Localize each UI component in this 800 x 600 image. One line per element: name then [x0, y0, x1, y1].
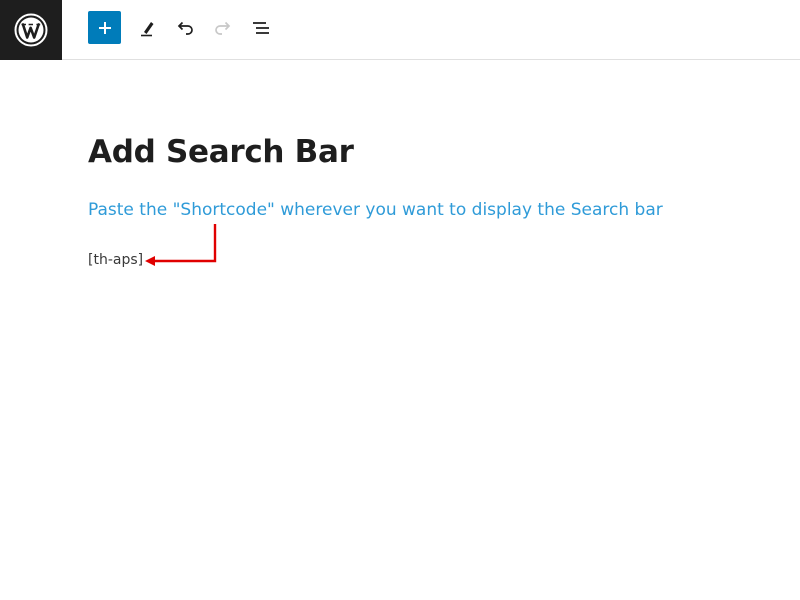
block-editor: Add Search Bar Paste the "Shortcode" whe… [0, 0, 800, 600]
instruction-paragraph[interactable]: Paste the "Shortcode" wherever you want … [88, 198, 663, 222]
wordpress-logo-button[interactable] [0, 0, 62, 60]
undo-button[interactable] [168, 11, 202, 45]
document-overview-button[interactable] [244, 11, 278, 45]
list-view-icon [253, 22, 269, 34]
redo-button[interactable] [206, 11, 240, 45]
editor-toolbar [0, 0, 800, 60]
undo-icon [177, 21, 193, 35]
shortcode-block[interactable]: [th-aps] [88, 250, 143, 270]
redo-icon [215, 21, 231, 35]
tools-button[interactable] [131, 11, 165, 45]
post-title[interactable]: Add Search Bar [88, 130, 354, 174]
add-block-button[interactable] [88, 11, 121, 44]
plus-icon [98, 21, 111, 34]
pencil-icon [141, 22, 154, 37]
annotation-arrow [145, 224, 217, 266]
wordpress-logo-icon [14, 13, 48, 47]
